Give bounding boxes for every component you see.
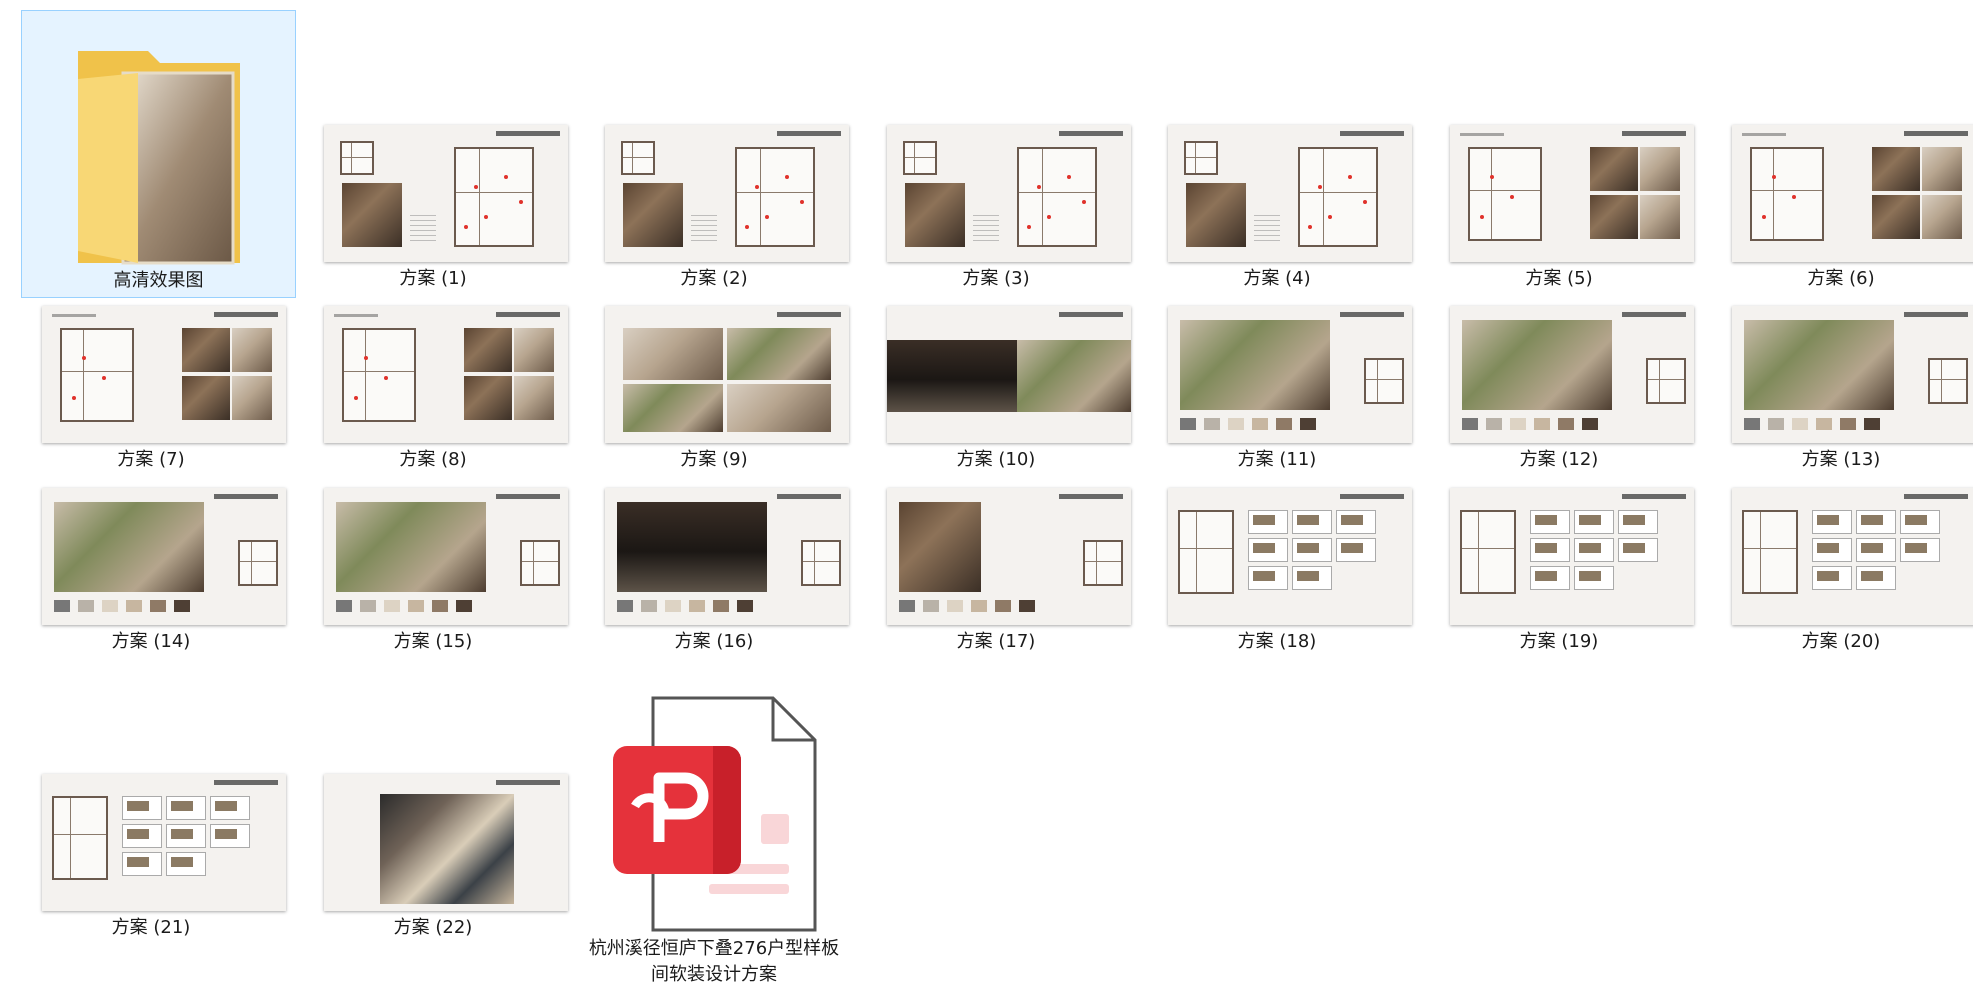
- image-file-item[interactable]: 方案 (17): [855, 0, 1135, 659]
- image-file-item[interactable]: 方案 (16): [573, 0, 853, 659]
- slide-title-bar: [777, 494, 841, 499]
- file-label: 方案 (17): [956, 631, 1036, 652]
- furniture-card: [1574, 538, 1614, 562]
- key-plan: [801, 540, 841, 586]
- image-file-item[interactable]: 方案 (19): [1418, 0, 1698, 659]
- material-swatch: [665, 600, 681, 612]
- furniture-card: [166, 824, 206, 848]
- furniture-card: [1618, 538, 1658, 562]
- furniture-card: [1856, 510, 1896, 534]
- furniture-card: [1336, 510, 1376, 534]
- slide-title-bar: [496, 780, 560, 785]
- furniture-card: [1248, 510, 1288, 534]
- furniture-card: [1812, 538, 1852, 562]
- material-swatch: [923, 600, 939, 612]
- image-file-item[interactable]: 方案 (22): [292, 0, 572, 945]
- slide-thumbnail: [1450, 488, 1694, 625]
- furniture-card: [122, 852, 162, 876]
- key-plan: [1083, 540, 1123, 586]
- furniture-card: [1574, 510, 1614, 534]
- material-swatch: [641, 600, 657, 612]
- file-label: 方案 (18): [1237, 631, 1317, 652]
- furniture-card: [1248, 566, 1288, 590]
- slide-title-bar: [1622, 494, 1686, 499]
- image-file-item[interactable]: 方案 (18): [1136, 0, 1416, 659]
- slide-title-bar: [1904, 494, 1968, 499]
- material-swatch: [971, 600, 987, 612]
- floor-plan: [52, 796, 108, 880]
- slide-title-bar: [214, 780, 278, 785]
- furniture-card: [1530, 566, 1570, 590]
- material-swatch: [947, 600, 963, 612]
- file-label: 方案 (21): [111, 917, 191, 938]
- furniture-card: [210, 796, 250, 820]
- file-label: 方案 (22): [393, 917, 473, 938]
- furniture-card: [1812, 566, 1852, 590]
- file-label: 方案 (19): [1519, 631, 1599, 652]
- furniture-card: [1856, 538, 1896, 562]
- slide-thumbnail: [605, 488, 849, 625]
- slide-thumbnail: [324, 774, 568, 911]
- furniture-card: [166, 852, 206, 876]
- material-swatch: [995, 600, 1011, 612]
- furniture-card: [1292, 538, 1332, 562]
- floor-plan: [1742, 510, 1798, 594]
- pdf-file-item[interactable]: 杭州溪径恒庐下叠276户型样板间软装设计方案: [573, 665, 853, 985]
- slide-title-bar: [1340, 494, 1404, 499]
- material-swatch: [1019, 600, 1035, 612]
- furniture-card: [1530, 538, 1570, 562]
- pdf-icon: [613, 696, 817, 932]
- slide-thumbnail: [42, 774, 286, 911]
- furniture-card: [1856, 566, 1896, 590]
- slide-thumbnail: [1168, 488, 1412, 625]
- image-file-item[interactable]: 方案 (21): [10, 0, 290, 945]
- furniture-card: [1900, 538, 1940, 562]
- furniture-card: [1336, 538, 1376, 562]
- file-label: 方案 (16): [674, 631, 754, 652]
- furniture-card: [1900, 510, 1940, 534]
- material-swatch: [617, 600, 633, 612]
- material-swatch: [899, 600, 915, 612]
- material-swatch: [689, 600, 705, 612]
- furniture-card: [166, 796, 206, 820]
- floor-plan: [1178, 510, 1234, 594]
- furniture-card: [122, 824, 162, 848]
- furniture-card: [1530, 510, 1570, 534]
- furniture-card: [1574, 566, 1614, 590]
- render-photo: [899, 502, 981, 592]
- furniture-card: [210, 824, 250, 848]
- slide-thumbnail: [1732, 488, 1973, 625]
- slide-title-bar: [1059, 494, 1123, 499]
- render-photo: [617, 502, 767, 592]
- slide-thumbnail: [887, 488, 1131, 625]
- furniture-card: [1248, 538, 1288, 562]
- pdf-file-label: 杭州溪径恒庐下叠276户型样板间软装设计方案: [588, 938, 840, 985]
- material-board: [380, 794, 514, 904]
- furniture-card: [1618, 510, 1658, 534]
- furniture-card: [1292, 510, 1332, 534]
- file-label: 方案 (20): [1801, 631, 1881, 652]
- material-swatch: [737, 600, 753, 612]
- material-swatch: [713, 600, 729, 612]
- image-file-item[interactable]: 方案 (20): [1700, 0, 1973, 659]
- furniture-card: [1812, 510, 1852, 534]
- floor-plan: [1460, 510, 1516, 594]
- furniture-card: [122, 796, 162, 820]
- furniture-card: [1292, 566, 1332, 590]
